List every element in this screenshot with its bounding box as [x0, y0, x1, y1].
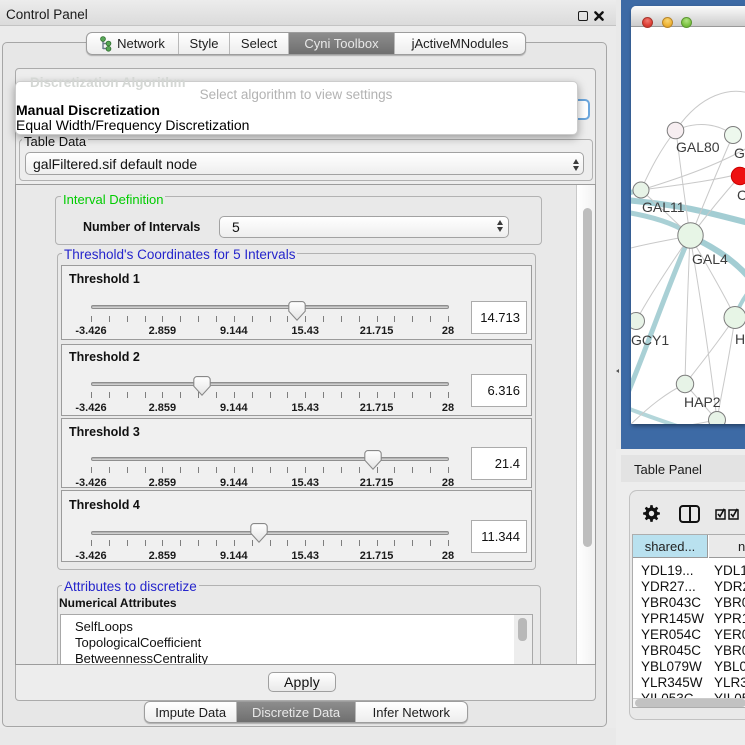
svg-text:GAL4: GAL4 — [692, 251, 728, 267]
svg-text:GA: GA — [734, 145, 745, 161]
svg-text:GAL11: GAL11 — [642, 199, 685, 215]
svg-text:GCY1: GCY1 — [631, 332, 669, 348]
svg-text:HAP2: HAP2 — [684, 394, 721, 410]
svg-text:GAL80: GAL80 — [676, 139, 720, 155]
svg-text:HI: HI — [735, 331, 745, 347]
svg-text:C: C — [737, 187, 745, 203]
